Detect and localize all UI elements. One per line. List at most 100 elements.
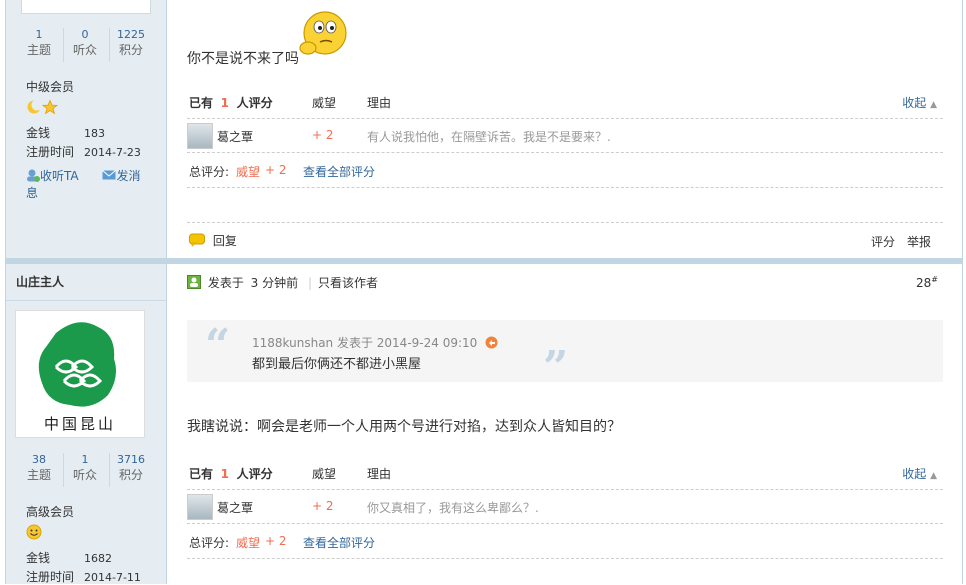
reg-row: 注册时间 2014-7-23 (26, 143, 141, 160)
rating-count-text: 已有 1 人评分 (189, 465, 273, 482)
thinking-face-icon (299, 11, 347, 55)
divider (187, 523, 943, 524)
view-all-ratings-link[interactable]: 查看全部评分 (303, 163, 375, 180)
total-item: 威望 (236, 536, 261, 550)
stat-threads[interactable]: 1 主题 (16, 28, 62, 58)
author-sidebar: 1 主题 0 听众 1225 积分 中级会员 金钱 183 注册时间 2014-… (6, 0, 167, 258)
total-score: + 2 (265, 163, 287, 177)
logo-text: 中国昆山 (44, 415, 116, 433)
floor-number[interactable]: 28# (916, 275, 938, 290)
view-all-ratings-link[interactable]: 查看全部评分 (303, 534, 375, 551)
divider (187, 558, 943, 559)
rater-name[interactable]: 葛之覃 (217, 128, 253, 145)
reply-icon (189, 233, 205, 248)
total-label: 总评分: (189, 165, 230, 179)
rating-count-text: 已有 1 人评分 (189, 94, 273, 111)
stat-label: 听众 (72, 43, 97, 57)
rater-reason: 有人说我怕他，在隔壁诉苦。我是不是要来？. (367, 130, 611, 144)
stat-label: 积分 (118, 43, 143, 57)
collapse-link[interactable]: 收起 ▲ (902, 465, 937, 482)
author-actions: 收听TA 发消息 (26, 167, 166, 201)
rater-name[interactable]: 葛之覃 (217, 499, 253, 516)
total-score: + 2 (265, 534, 287, 548)
stat-label: 积分 (118, 468, 143, 482)
reg-row: 注册时间 2014-7-11 (26, 568, 141, 585)
post-actions: 回复 评分 举报 (187, 230, 943, 252)
stat-listeners[interactable]: 0 听众 (62, 28, 108, 58)
rating-header: 已有 1 人评分 威望 理由 收起 ▲ (187, 94, 943, 116)
stat-listeners[interactable]: 1 听众 (62, 453, 108, 483)
divider (187, 489, 943, 490)
money-row: 金钱 1682 (26, 549, 112, 566)
user-group[interactable]: 中级会员 (26, 78, 74, 95)
divider (187, 187, 943, 188)
col-weiwang: 威望 (312, 467, 337, 481)
frame-right-border (962, 0, 963, 584)
stat-value: 3716 (117, 453, 145, 466)
money-label: 金钱 (26, 126, 51, 140)
col-reason: 理由 (367, 96, 392, 110)
stat-value: 1 (81, 453, 89, 466)
avatar[interactable] (21, 0, 151, 14)
author-name[interactable]: 山庄主人 (16, 273, 64, 290)
total-item: 威望 (236, 165, 261, 179)
reply-button[interactable]: 回复 (189, 232, 237, 249)
stat-points[interactable]: 3716 积分 (108, 453, 154, 483)
rater-avatar[interactable] (187, 494, 213, 520)
forum-thread: 1 主题 0 听众 1225 积分 中级会员 金钱 183 注册时间 2014-… (0, 0, 966, 584)
user-group[interactable]: 高级会员 (26, 503, 74, 520)
rating-count: 1 (220, 467, 230, 481)
rate-button[interactable]: 评分 (871, 233, 895, 250)
divider (6, 300, 166, 301)
quote-author-line: 1188kunshan 发表于 2014-9-24 09:10 (252, 336, 478, 350)
smiley-icon (26, 524, 42, 540)
money-value: 1682 (84, 552, 112, 565)
rating-total: 总评分: 威望 + 2 查看全部评分 (187, 527, 943, 551)
col-reason: 理由 (367, 467, 392, 481)
reg-value: 2014-7-23 (84, 146, 141, 159)
stat-value: 38 (32, 453, 46, 466)
report-button[interactable]: 举报 (907, 233, 931, 250)
col-weiwang: 威望 (312, 96, 337, 110)
rater-avatar[interactable] (187, 123, 213, 149)
follow-icon (27, 169, 40, 182)
post-body: 你不是说不来了吗 (187, 48, 299, 68)
floor-value: 28 (916, 276, 932, 290)
caret-up-icon: ▲ (930, 100, 937, 110)
quote-text: 都到最后你俩还不都进小黑屋 (252, 357, 422, 372)
author-stats: 1 主题 0 听众 1225 积分 (6, 28, 166, 62)
rater-row: 葛之覃 + 2 有人说我怕他，在隔壁诉苦。我是不是要来？. (187, 120, 943, 150)
hash-icon: # (931, 275, 938, 284)
online-icon (187, 275, 201, 289)
mail-icon (102, 170, 117, 180)
jump-arrow-icon[interactable] (485, 336, 498, 349)
divider (187, 222, 943, 223)
stat-threads[interactable]: 38 主题 (16, 453, 62, 483)
pipe-divider: | (307, 276, 312, 290)
rater-reason: 你又真相了，我有这么卑鄙么？. (367, 501, 539, 515)
caret-up-icon: ▲ (930, 471, 937, 481)
stat-points[interactable]: 1225 积分 (108, 28, 154, 58)
post-body: 我瞎说说：啊会是老师一个人用两个号进行对掐，达到众人皆知目的？ (187, 419, 621, 435)
collapse-link[interactable]: 收起 ▲ (902, 94, 937, 111)
rater-row: 葛之覃 + 2 你又真相了，我有这么卑鄙么？. (187, 491, 943, 521)
posted-time: 3 分钟前 (250, 276, 299, 290)
moon-star-icon (27, 99, 59, 115)
reg-label: 注册时间 (26, 570, 75, 584)
follow-link[interactable]: 收听TA (26, 169, 92, 183)
reg-value: 2014-7-11 (84, 571, 141, 584)
stat-value: 1 (35, 28, 43, 41)
quote-block: “ ” 1188kunshan 发表于 2014-9-24 09:10 都到最后… (187, 320, 943, 390)
post-meta: 发表于 3 分钟前 | 只看该作者 (187, 274, 378, 291)
rating-prefix: 已有 (189, 96, 214, 110)
divider (187, 118, 943, 119)
rank-icons (26, 524, 42, 543)
avatar[interactable]: 中国昆山 (15, 310, 145, 438)
collapse-label: 收起 (902, 467, 927, 481)
rating-suffix: 人评分 (236, 467, 273, 481)
reply-label: 回复 (212, 234, 237, 248)
open-quote-icon: “ (205, 320, 231, 371)
close-quote-icon: ” (543, 342, 569, 393)
only-author-link[interactable]: 只看该作者 (318, 276, 378, 290)
follow-label: 收听TA (40, 169, 79, 183)
